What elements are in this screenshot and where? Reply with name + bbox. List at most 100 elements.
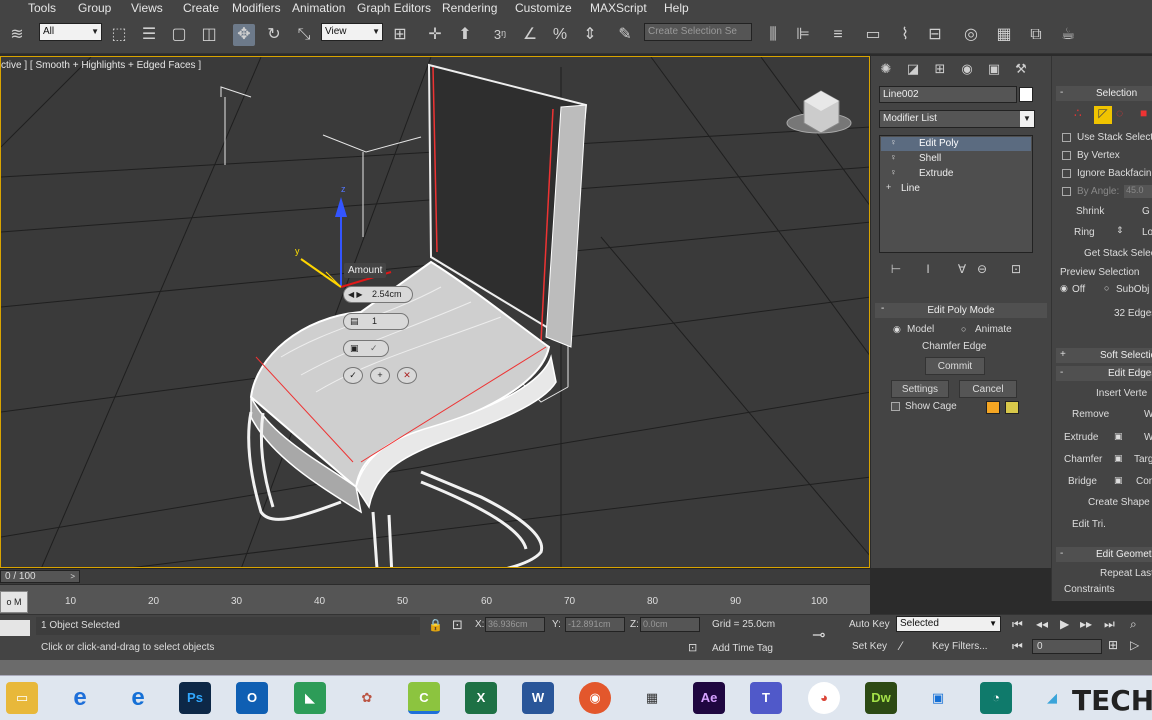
- maxscript-listener-button[interactable]: [0, 620, 30, 636]
- collapse-icon[interactable]: -: [881, 303, 884, 314]
- bridge-settings-icon[interactable]: ▣: [1114, 475, 1123, 486]
- caddy-cancel-button[interactable]: ✕: [397, 367, 417, 384]
- expand-plus-icon[interactable]: +: [886, 182, 891, 192]
- border-mode-icon[interactable]: ◌: [1116, 106, 1134, 124]
- get-stack-button[interactable]: Get Stack Selec: [1084, 248, 1152, 259]
- lightbulb-icon[interactable]: ♀: [890, 137, 897, 147]
- dreamweaver-icon[interactable]: Dw: [865, 682, 897, 714]
- commit-button[interactable]: Commit: [925, 357, 985, 375]
- pivot-center-icon[interactable]: ⊞: [389, 24, 411, 46]
- extrude-settings-icon[interactable]: ▣: [1114, 431, 1123, 442]
- select-by-name-icon[interactable]: ☰: [138, 24, 160, 46]
- view-cube[interactable]: [786, 90, 852, 134]
- word-icon[interactable]: W: [522, 682, 554, 714]
- stack-item-extrude[interactable]: Extrude: [881, 167, 1031, 181]
- edit-tri-button[interactable]: Edit Tri.: [1072, 519, 1106, 530]
- 3ds-max-icon[interactable]: ◢: [1036, 682, 1068, 714]
- internet-explorer-icon[interactable]: e: [64, 682, 96, 714]
- pan-icon[interactable]: ▷: [1130, 638, 1139, 652]
- zoom-icon[interactable]: ⌕: [1130, 617, 1137, 632]
- remove-modifier-icon[interactable]: ⊖: [971, 258, 993, 280]
- extrude-button[interactable]: Extrude: [1064, 432, 1098, 443]
- snap-3-icon[interactable]: 3ᵑ: [489, 24, 511, 46]
- camtasia-icon[interactable]: C: [408, 682, 440, 714]
- key-mode-toggle-icon[interactable]: ⏮: [1012, 639, 1023, 654]
- stack-item-shell[interactable]: Shell: [881, 152, 1031, 166]
- edit-poly-mode-rollout[interactable]: Edit Poly Mode: [875, 303, 1047, 318]
- manipulate-icon[interactable]: ✛: [424, 24, 446, 46]
- show-cage-checkbox[interactable]: [891, 402, 900, 411]
- edge-mode-icon[interactable]: ◸: [1094, 106, 1112, 124]
- radio-off[interactable]: ◉: [1060, 283, 1068, 294]
- time-slider-thumb[interactable]: 0 / 100 >: [0, 570, 80, 583]
- current-frame-field[interactable]: 0: [1032, 639, 1102, 654]
- by-angle-value[interactable]: 45.0: [1124, 185, 1152, 198]
- radio-animate[interactable]: ○: [961, 324, 966, 334]
- teams-icon[interactable]: T: [750, 682, 782, 714]
- absolute-mode-icon[interactable]: ⊡: [452, 617, 463, 633]
- menu-group[interactable]: Group: [78, 1, 111, 15]
- key-filters-button[interactable]: Key Filters...: [932, 641, 988, 652]
- caddy-segments-field[interactable]: ▤ 1: [343, 313, 409, 330]
- spinner-snap-icon[interactable]: ⇕: [579, 24, 601, 46]
- edit-geometry-rollout[interactable]: Edit Geomet: [1056, 547, 1152, 562]
- target-weld-button[interactable]: Targ: [1134, 454, 1152, 465]
- selection-rollout[interactable]: Selection: [1056, 86, 1152, 101]
- vertex-mode-icon[interactable]: ∴: [1074, 106, 1092, 124]
- caddy-ok-button[interactable]: ✓: [343, 367, 363, 384]
- caddy-apply-button[interactable]: +: [370, 367, 390, 384]
- polygon-mode-icon[interactable]: ■: [1140, 106, 1152, 124]
- loop-button[interactable]: Lo: [1142, 227, 1152, 238]
- percent-snap-icon[interactable]: %: [549, 24, 571, 46]
- ring-spinner-icon[interactable]: ⇕: [1116, 225, 1124, 236]
- cage-color-swatch-1[interactable]: [986, 401, 1000, 414]
- stack-item-edit-poly[interactable]: Edit Poly: [881, 137, 1031, 151]
- schematic-view-icon[interactable]: ⊟: [924, 24, 946, 46]
- reference-coord-dropdown[interactable]: View: [321, 23, 383, 41]
- edit-named-selection-icon[interactable]: ✎: [614, 24, 636, 46]
- menu-create[interactable]: Create: [183, 1, 219, 15]
- material-editor-icon[interactable]: ◎: [960, 24, 982, 46]
- create-shape-button[interactable]: Create Shape: [1088, 497, 1150, 508]
- next-frame-icon[interactable]: ▸▸: [1080, 617, 1092, 631]
- modifier-list-dropdown[interactable]: Modifier List ▼: [879, 110, 1035, 128]
- by-vertex-checkbox[interactable]: [1062, 151, 1071, 160]
- z-coordinate-field[interactable]: 0.0cm: [640, 617, 700, 632]
- chat-app-icon[interactable]: ◔: [980, 682, 1012, 714]
- menu-help[interactable]: Help: [664, 1, 689, 15]
- edge-icon[interactable]: e: [122, 682, 154, 714]
- after-effects-icon[interactable]: Ae: [693, 682, 725, 714]
- lock-icon[interactable]: 🔒: [428, 618, 443, 632]
- add-time-tag-button[interactable]: Add Time Tag: [712, 643, 773, 654]
- time-config-icon[interactable]: ⊞: [1108, 638, 1118, 652]
- caddy-options-field[interactable]: ▣ ✓: [343, 340, 389, 357]
- viewport-label[interactable]: ctive ] [ Smooth + Highlights + Edged Fa…: [1, 60, 201, 71]
- object-color-swatch[interactable]: [1019, 87, 1033, 102]
- ring-button[interactable]: Ring: [1074, 227, 1095, 238]
- time-tag-icon[interactable]: ⊡: [688, 641, 697, 654]
- curve-editor-icon[interactable]: ⌇: [894, 24, 916, 46]
- key-icon[interactable]: ⊸: [812, 625, 825, 645]
- shrink-button[interactable]: Shrink: [1076, 206, 1104, 217]
- collapse-icon[interactable]: -: [1060, 87, 1063, 98]
- soft-selection-rollout[interactable]: Soft Selectio: [1056, 348, 1152, 363]
- chamfer-settings-icon[interactable]: ▣: [1114, 453, 1123, 464]
- named-selection-input[interactable]: Create Selection Se: [644, 23, 752, 41]
- by-angle-checkbox[interactable]: [1062, 187, 1071, 196]
- configure-sets-icon[interactable]: ⊡: [1005, 258, 1027, 280]
- make-unique-icon[interactable]: ∀: [951, 258, 973, 280]
- create-tab-icon[interactable]: ✺: [875, 58, 897, 80]
- auto-key-button[interactable]: Auto Key: [849, 619, 890, 630]
- selection-filter-dropdown[interactable]: All: [39, 23, 102, 41]
- hierarchy-tab-icon[interactable]: ⊞: [929, 58, 951, 80]
- photoshop-icon[interactable]: Ps: [179, 682, 211, 714]
- menu-graph-editors[interactable]: Graph Editors: [357, 1, 431, 15]
- weld-target-button[interactable]: W: [1144, 432, 1152, 443]
- weld-button[interactable]: W: [1144, 409, 1152, 420]
- insert-vertex-button[interactable]: Insert Verte: [1096, 388, 1147, 399]
- paint-icon[interactable]: ✿: [351, 682, 383, 714]
- remove-button[interactable]: Remove: [1072, 409, 1109, 420]
- sketchup-icon[interactable]: ◣: [294, 682, 326, 714]
- collapse-icon[interactable]: -: [1060, 548, 1063, 559]
- scale-icon[interactable]: ⤡: [293, 24, 315, 46]
